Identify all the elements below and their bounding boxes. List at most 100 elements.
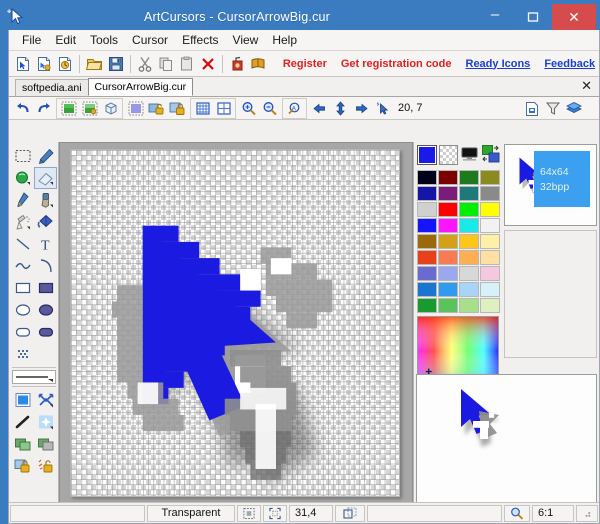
swatch[interactable] <box>438 282 458 297</box>
zoom-actual-icon[interactable]: A <box>284 98 305 118</box>
selection-size-icon[interactable] <box>263 504 287 522</box>
swatch[interactable] <box>459 170 479 185</box>
menu-effects[interactable]: Effects <box>175 31 225 50</box>
text-tool[interactable]: T <box>34 233 57 255</box>
filter-icon[interactable] <box>542 98 563 118</box>
copy-icon[interactable] <box>156 53 177 75</box>
swatch[interactable] <box>438 250 458 265</box>
menu-view[interactable]: View <box>226 31 266 50</box>
screen-color-icon[interactable] <box>461 145 480 165</box>
swatch[interactable] <box>417 186 437 201</box>
save-icon[interactable] <box>105 53 126 75</box>
delete-icon[interactable] <box>197 53 218 75</box>
pen-tool[interactable] <box>11 189 34 211</box>
cursor-canvas[interactable] <box>70 149 400 497</box>
roundrect-outline-tool[interactable] <box>11 321 34 343</box>
redo-icon[interactable] <box>33 98 54 118</box>
hotspot-icon[interactable] <box>372 98 393 118</box>
zoom-in-icon[interactable] <box>238 98 259 118</box>
swatch[interactable] <box>417 250 437 265</box>
swatch[interactable] <box>417 218 437 233</box>
transparency-icon[interactable] <box>125 98 146 118</box>
paste-layer-tool[interactable] <box>34 433 57 455</box>
swatch[interactable] <box>480 218 500 233</box>
background-transparent-swatch[interactable] <box>439 145 458 165</box>
open-icon[interactable] <box>84 53 105 75</box>
lock-icon[interactable] <box>167 98 188 118</box>
foreground-color-swatch[interactable] <box>417 145 438 165</box>
frames-list-panel[interactable] <box>504 230 597 358</box>
menu-edit[interactable]: Edit <box>48 31 83 50</box>
undo-icon[interactable] <box>12 98 33 118</box>
swatch[interactable] <box>417 170 437 185</box>
swatch[interactable] <box>459 282 479 297</box>
swatch[interactable] <box>438 202 458 217</box>
minimize-button[interactable]: – <box>476 4 514 30</box>
capture-icon[interactable] <box>227 53 248 75</box>
rect-outline-tool[interactable] <box>11 277 34 299</box>
menu-tools[interactable]: Tools <box>83 31 125 50</box>
swatch[interactable] <box>459 234 479 249</box>
opacity-tool[interactable] <box>11 389 34 411</box>
grid-icon[interactable] <box>213 98 234 118</box>
swatch[interactable] <box>417 298 437 313</box>
ellipse-outline-tool[interactable] <box>11 299 34 321</box>
maximize-button[interactable] <box>514 4 552 30</box>
menu-help[interactable]: Help <box>265 31 304 50</box>
canvas-area[interactable] <box>59 142 413 523</box>
dither-tool[interactable] <box>11 343 34 365</box>
swatch[interactable] <box>417 234 437 249</box>
roundrect-filled-tool[interactable] <box>34 321 57 343</box>
image-layer-icon[interactable] <box>58 98 79 118</box>
swatch[interactable] <box>459 186 479 201</box>
grid-pixel-icon[interactable] <box>192 98 213 118</box>
swatch[interactable] <box>459 266 479 281</box>
new-animated-icon[interactable] <box>55 53 76 75</box>
blur-tool[interactable] <box>34 411 57 433</box>
fill-tool[interactable] <box>11 167 34 189</box>
paste-icon[interactable] <box>177 53 198 75</box>
swatch[interactable] <box>480 186 500 201</box>
library-icon[interactable] <box>248 53 269 75</box>
resize-grip-icon[interactable] <box>576 504 598 522</box>
window-titlebar[interactable]: ✥ ArtCursors - CursorArrowBig.cur – ✕ <box>4 4 596 30</box>
resize-icon[interactable] <box>335 504 365 522</box>
spread-tool[interactable] <box>34 389 57 411</box>
swatch[interactable] <box>459 298 479 313</box>
airbrush-tool[interactable] <box>11 211 34 233</box>
brush-tool[interactable] <box>34 189 57 211</box>
swatch[interactable] <box>417 282 437 297</box>
tab-softpedia-ani[interactable]: softpedia.ani <box>15 79 89 96</box>
tab-cursorarrowbig-cur[interactable]: CursorArrowBig.cur <box>87 78 194 96</box>
arrow-updown-icon[interactable] <box>330 98 351 118</box>
copy-layer-tool[interactable] <box>11 433 34 455</box>
new-from-image-icon[interactable] <box>34 53 55 75</box>
swatch[interactable] <box>459 250 479 265</box>
curve-tool[interactable] <box>11 255 34 277</box>
arrow-left-icon[interactable] <box>309 98 330 118</box>
arrow-right-icon[interactable] <box>351 98 372 118</box>
feedback-link[interactable]: Feedback <box>544 58 595 70</box>
swatch[interactable] <box>480 298 500 313</box>
swatch[interactable] <box>480 202 500 217</box>
swap-colors-icon[interactable] <box>482 145 500 165</box>
register-link[interactable]: Register <box>283 58 327 70</box>
rect-filled-tool[interactable] <box>34 277 57 299</box>
swatch[interactable] <box>438 298 458 313</box>
save-frame-icon[interactable] <box>521 98 542 118</box>
cut-icon[interactable] <box>135 53 156 75</box>
menu-cursor[interactable]: Cursor <box>125 31 175 50</box>
select-rect-tool[interactable] <box>11 145 34 167</box>
swatch[interactable] <box>480 282 500 297</box>
swatch[interactable] <box>438 170 458 185</box>
swatch[interactable] <box>417 266 437 281</box>
paintbucket-tool[interactable] <box>34 211 57 233</box>
line-width-selector[interactable] <box>12 370 56 384</box>
swatch[interactable] <box>480 266 500 281</box>
swatch[interactable] <box>459 218 479 233</box>
swatch[interactable] <box>417 202 437 217</box>
swatch[interactable] <box>480 170 500 185</box>
swatch[interactable] <box>438 186 458 201</box>
3d-box-icon[interactable] <box>100 98 121 118</box>
unlock-tool[interactable] <box>34 455 57 477</box>
